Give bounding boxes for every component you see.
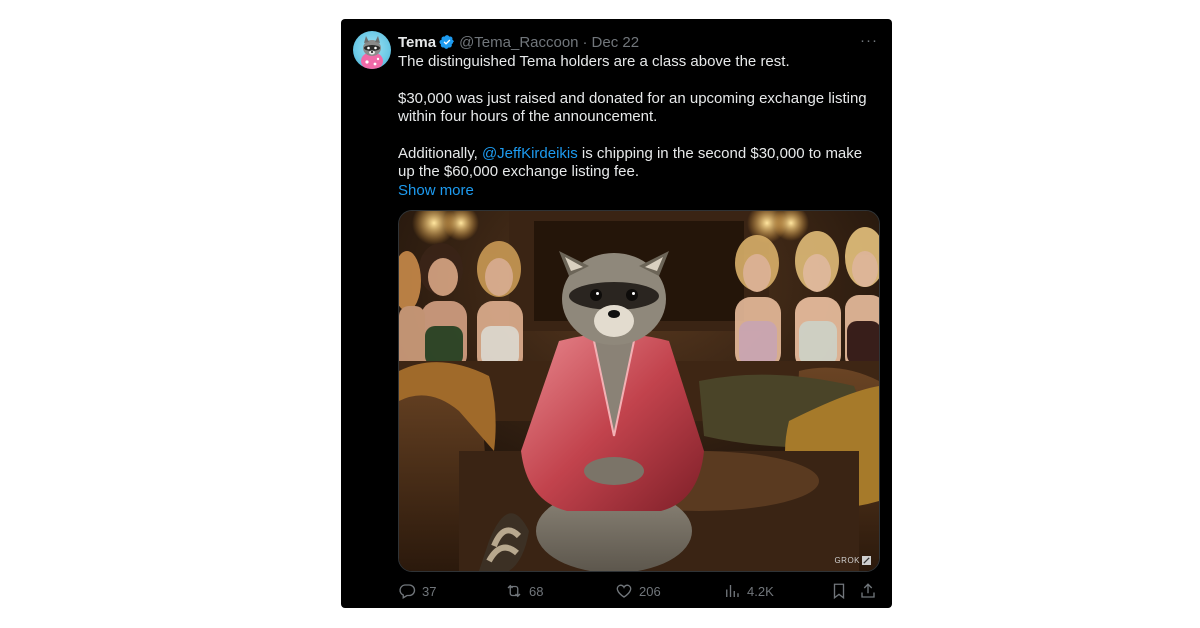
mention-link[interactable]: @JeffKirdeikis [482,145,578,162]
repost-count: 68 [529,583,544,599]
tweet-media-image[interactable]: GROK [398,210,880,572]
reply-count: 37 [422,583,437,599]
repost-icon [507,584,521,598]
grok-logo-icon [862,556,871,565]
tweet-text-paragraph-2: $30,000 was just raised and donated for … [398,90,867,125]
tweet-text-line-1: The distinguished Tema holders are a cla… [398,53,790,70]
avatar[interactable] [353,31,391,69]
show-more-link[interactable]: Show more [398,182,878,200]
tweet-date[interactable]: Dec 22 [592,34,640,51]
tweet-actions: 37 68 206 4.2K [398,581,878,601]
view-count: 4.2K [747,583,774,599]
tweet-text-paragraph-3: Additionally, @JeffKirdeikis is chipping… [398,145,878,181]
share-icon [861,583,875,598]
bookmark-button[interactable] [830,581,848,601]
verified-badge-icon [439,34,455,50]
more-options-icon[interactable]: ··· [860,32,878,49]
share-button[interactable] [859,581,877,601]
grok-watermark-text: GROK [834,556,860,565]
author-handle[interactable]: @Tema_Raccoon [459,34,578,51]
like-count: 206 [639,583,661,599]
reply-button[interactable]: 37 [398,581,436,601]
raccoon-avatar-icon [361,36,383,69]
views-button[interactable]: 4.2K [723,581,774,601]
repost-button[interactable]: 68 [505,581,543,601]
like-button[interactable]: 206 [615,581,661,601]
grok-watermark: GROK [834,556,871,565]
analytics-icon [726,585,739,597]
heart-icon [616,584,632,598]
raccoon-in-robe-image [399,211,879,571]
bookmark-icon [833,583,845,600]
tweet-card[interactable]: Tema @Tema_Raccoon · Dec 22 ··· The dist… [341,19,892,608]
tweet-text: The distinguished Tema holders are a cla… [398,53,878,200]
tweet-header: Tema @Tema_Raccoon · Dec 22 ··· [398,32,878,52]
author-name[interactable]: Tema [398,34,436,51]
reply-icon [399,584,416,599]
separator: · [582,33,588,51]
paragraph-3-prefix: Additionally, [398,145,482,162]
